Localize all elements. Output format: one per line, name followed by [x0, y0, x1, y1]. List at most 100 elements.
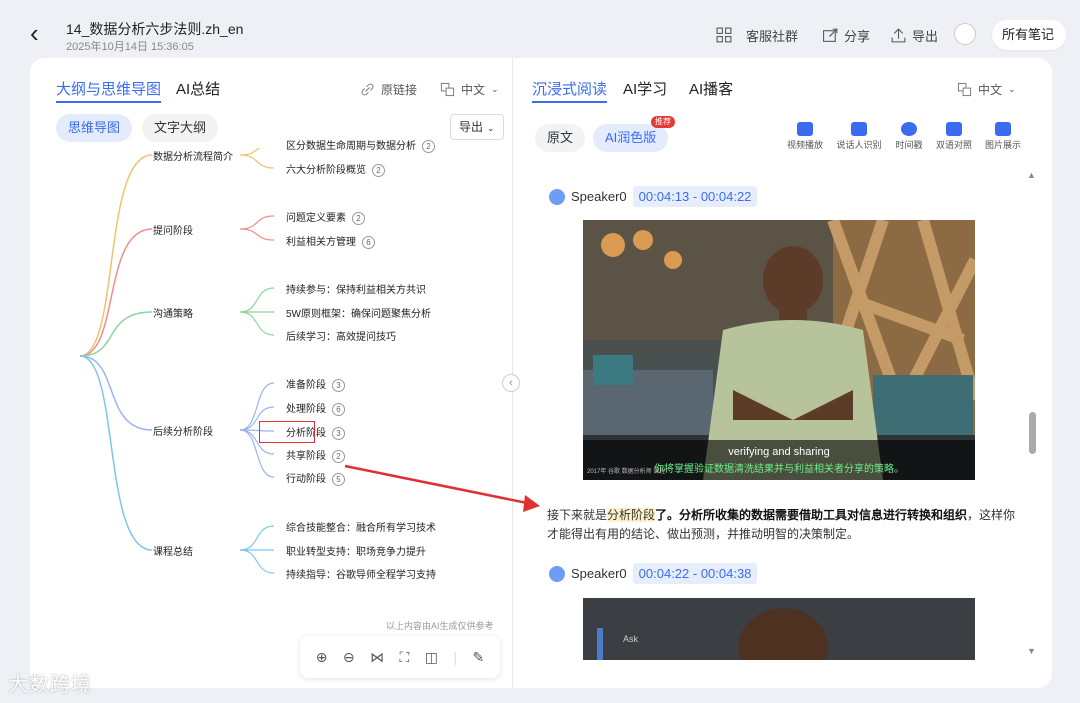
mindmap-leaf[interactable]: 六大分析阶段概览 2	[286, 161, 385, 177]
tab-ai-learning[interactable]: AI学习	[623, 78, 667, 99]
fullscreen-icon[interactable]: ⛶	[400, 649, 410, 666]
mindmap-leaf[interactable]: 共享阶段 2	[286, 447, 345, 463]
mindmap-leaf[interactable]: 利益相关方管理 6	[286, 233, 375, 249]
bilingual-label: 双语对照	[935, 140, 972, 150]
document-date: 2025年10月14日 15:36:05	[66, 41, 194, 53]
all-notes-label: 所有笔记	[1002, 27, 1055, 42]
mindmap-leaf-label: 问题定义要素	[286, 213, 346, 224]
timestamp-label: 时间戳	[895, 140, 923, 150]
ai-disclaimer: 以上内容由AI生成仅供参考	[386, 621, 494, 631]
scroll-up-icon[interactable]: ▲	[1027, 170, 1036, 180]
video-frame-2[interactable]: Ask	[583, 598, 975, 660]
mindmap-leaf[interactable]: 行动阶段 5	[286, 470, 345, 486]
mindmap-connector	[239, 549, 275, 574]
edit-icon[interactable]: ✎	[473, 649, 485, 666]
export-top-label: 导出	[912, 29, 939, 44]
language-select-right[interactable]: 中文 ⌄	[957, 81, 1016, 98]
service-group-label: 客服社群	[746, 29, 799, 44]
mindmap-leaf[interactable]: 准备阶段 3	[286, 376, 345, 392]
mindmap-leaf-label: 共享阶段	[286, 451, 326, 462]
tab-ai-summary[interactable]: AI总结	[176, 78, 220, 99]
original-link-button[interactable]: 原链接	[360, 81, 417, 98]
export-mindmap-button[interactable]: 导出 ⌄	[450, 114, 504, 140]
link-icon	[361, 83, 374, 96]
outline-panel: 大纲与思维导图 AI总结 原链接 中文 ⌄ 思维导图 文字大纲 导出 ⌄ 数据分析流…	[30, 58, 512, 688]
mindmap-leaf-label: 后续学习：高效提问技巧	[286, 332, 396, 343]
para-highlight: 分析阶段	[607, 508, 656, 522]
count-badge: 6	[332, 402, 345, 416]
recommend-badge: 推荐	[651, 116, 675, 128]
mindmap-leaf[interactable]: 持续参与：保持利益相关方共识	[286, 281, 426, 296]
collapse-panel-icon[interactable]: ‹	[502, 374, 520, 392]
image-display-tool[interactable]: 图片展示	[981, 122, 1025, 151]
mindmap-branch[interactable]: 数据分析流程简介	[153, 148, 233, 163]
timestamp-badge-1[interactable]: 00:04:13 - 00:04:22	[632, 186, 758, 207]
export-top-button[interactable]: 导出	[890, 26, 938, 45]
chevron-down-icon: ⌄	[491, 84, 499, 94]
mindmap-branch[interactable]: 沟通策略	[153, 305, 193, 320]
subtitle-english: verifying and sharing	[728, 446, 830, 458]
mindmap-leaf-label: 利益相关方管理	[286, 237, 356, 248]
count-badge: 2	[372, 163, 385, 177]
mindmap-leaf[interactable]: 持续指导：谷歌导师全程学习支持	[286, 566, 436, 581]
original-text-button[interactable]: 原文	[535, 124, 586, 152]
mindmap-connector	[239, 148, 261, 156]
mindmap-connector	[79, 154, 153, 357]
zoom-in-icon[interactable]: ⊕	[316, 649, 328, 666]
mindmap-connector	[239, 525, 275, 551]
mindmap-leaf-label: 六大分析阶段概览	[286, 165, 366, 176]
mindmap-leaf-label: 区分数据生命周期与数据分析	[286, 141, 416, 152]
video-frame-1[interactable]: verifying and sharing 你将掌握验证数据清洗结果并与利益相关…	[583, 220, 975, 480]
highlight-box	[259, 421, 315, 443]
back-icon[interactable]: ‹	[30, 20, 39, 46]
divider: |	[453, 649, 458, 665]
count-badge: 5	[332, 472, 345, 486]
user-avatar[interactable]	[954, 23, 976, 45]
translate-icon	[440, 82, 455, 97]
mindmap-leaf[interactable]: 5W原则框架：确保问题聚焦分析	[286, 305, 431, 320]
zoom-out-icon[interactable]: ⊖	[343, 649, 355, 666]
tab-outline-mindmap[interactable]: 大纲与思维导图	[56, 78, 162, 103]
speaker-recognition-tool[interactable]: 说话人识别	[835, 122, 883, 151]
timestamp-tool[interactable]: 时间戳	[887, 122, 931, 151]
chevron-down-icon: ⌄	[1008, 84, 1016, 94]
mindmap-connectors	[79, 148, 275, 574]
service-group-button[interactable]: 客服社群	[716, 26, 798, 45]
tab-immersive-reading[interactable]: 沉浸式阅读	[532, 78, 608, 103]
mindmap-view-button[interactable]: 思维导图	[56, 114, 133, 142]
grid-icon	[716, 27, 732, 43]
mindmap-branch[interactable]: 课程总结	[153, 543, 193, 558]
mindmap-leaf[interactable]: 职业转型支持：职场竞争力提升	[286, 543, 426, 558]
mindmap-connector	[239, 311, 275, 336]
para-pre: 接下来就是	[547, 508, 608, 522]
text-outline-view-button[interactable]: 文字大纲	[142, 114, 219, 142]
mindmap-leaf[interactable]: 后续学习：高效提问技巧	[286, 328, 396, 343]
clock-icon	[901, 122, 917, 136]
share-button[interactable]: 分享	[822, 26, 870, 45]
mindmap-toolbar: ⊕ ⊖ ⋈ ⛶ ◫ | ✎	[300, 636, 500, 678]
language-label-left: 中文	[461, 83, 486, 97]
speaker-avatar-icon	[549, 565, 565, 582]
mindmap-leaf-label: 持续参与：保持利益相关方共识	[286, 285, 426, 296]
mindmap-connector	[79, 355, 153, 551]
mindmap-leaf-label: 处理阶段	[286, 404, 326, 415]
mindmap-leaf[interactable]: 区分数据生命周期与数据分析 2	[286, 137, 435, 153]
mindmap-leaf[interactable]: 处理阶段 6	[286, 400, 345, 416]
share-label: 分享	[844, 29, 871, 44]
language-select-left[interactable]: 中文 ⌄	[440, 81, 499, 98]
side-panel-icon[interactable]: ◫	[425, 649, 438, 666]
scrollbar-thumb[interactable]	[1029, 412, 1036, 454]
mindmap-branch[interactable]: 后续分析阶段	[153, 423, 213, 438]
tab-ai-podcast[interactable]: AI播客	[689, 78, 733, 99]
all-notes-button[interactable]: 所有笔记 ›	[992, 20, 1066, 72]
video-play-tool[interactable]: 视频播放	[783, 122, 827, 151]
mindmap-leaf[interactable]: 问题定义要素 2	[286, 209, 365, 225]
ai-polished-button[interactable]: AI润色版	[593, 124, 669, 152]
collapse-all-icon[interactable]: ⋈	[370, 649, 384, 666]
timestamp-badge-2[interactable]: 00:04:22 - 00:04:38	[632, 563, 758, 584]
mindmap-branch[interactable]: 提问阶段	[153, 222, 193, 237]
scroll-down-icon[interactable]: ▼	[1027, 646, 1036, 656]
mindmap-leaf-label: 行动阶段	[286, 474, 326, 485]
bilingual-tool[interactable]: 双语对照	[932, 122, 976, 151]
mindmap-leaf[interactable]: 综合技能整合：融合所有学习技术	[286, 519, 436, 534]
